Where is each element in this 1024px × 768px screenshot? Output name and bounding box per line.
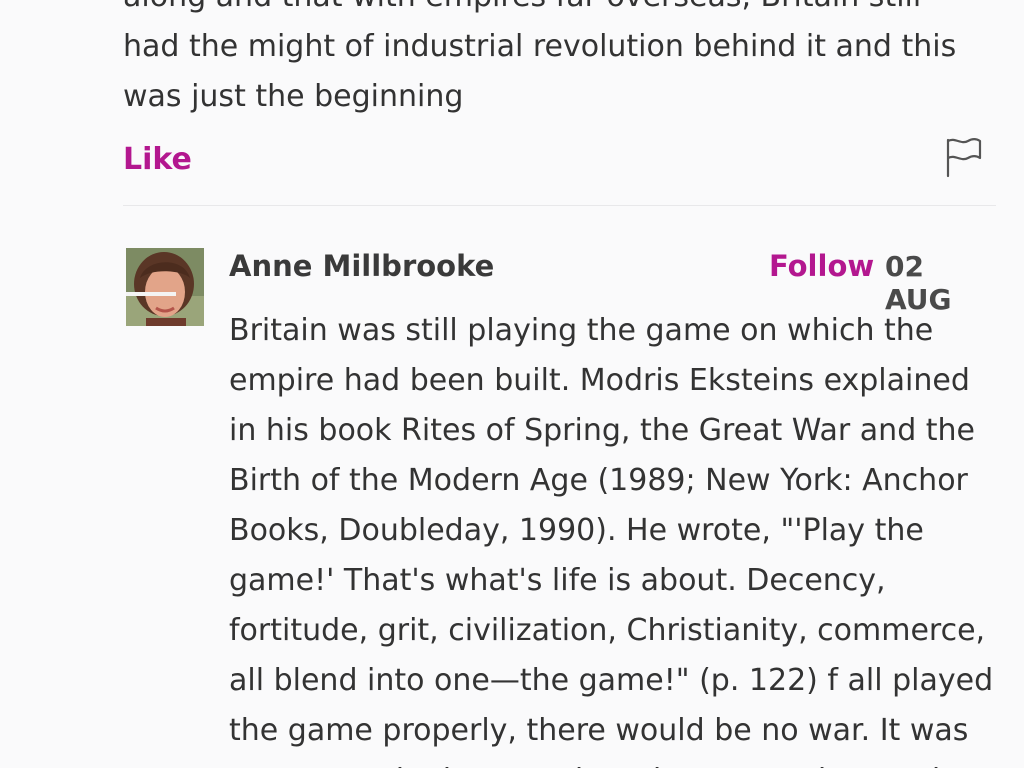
comment-text-line: had the might of industrial revolution b… [123,29,957,64]
comment-date: 02 AUG [885,250,952,316]
avatar[interactable] [126,248,204,326]
comment-text: Britain was still playing the game on wh… [229,306,994,768]
flag-icon[interactable] [943,136,983,178]
comment-text-line: Books, Doubleday, 1990). He wrote, "'Pla… [229,513,924,548]
comment-text-line: in his book Rites of Spring, the Great W… [229,413,976,448]
comment-divider [123,205,996,206]
like-button[interactable]: Like [123,142,192,177]
comment-actions: Like [123,128,1003,198]
comment-text-line: Birth of the Modern Age (1989; New York:… [229,463,968,498]
comment-text-line: not so much about territory but more abo… [229,756,994,768]
comment-text-line: was just the beginning [123,79,464,114]
comment-text-line: along and that with empires far overseas… [123,0,1003,22]
follow-button[interactable]: Follow [769,249,874,283]
previous-comment: along and that with empires far overseas… [123,0,1003,198]
previous-comment-text: along and that with empires far overseas… [123,0,1003,122]
comment-text-line: fortitude, grit, civilization, Christian… [229,613,986,648]
comment-text-line: Britain was still playing the game on wh… [229,313,934,348]
comment-header: Anne Millbrooke Follow 02 AUG [229,248,994,316]
comment-text-line: game!' That's what's life is about. Dece… [229,563,886,598]
comment-text-line: the game properly, there would be no war… [229,713,969,748]
comment-text-line: all blend into one—the game!" (p. 122) f… [229,663,994,698]
comment-text-line: empire had been built. Modris Eksteins e… [229,363,970,398]
comment-body: Anne Millbrooke Follow 02 AUG Britain wa… [229,248,994,768]
author-name[interactable]: Anne Millbrooke [229,249,494,283]
